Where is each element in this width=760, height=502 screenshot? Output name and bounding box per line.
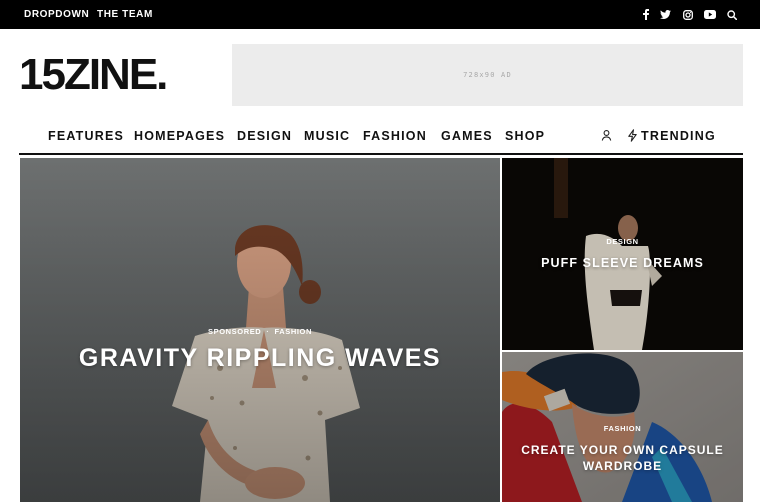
category-fashion[interactable]: FASHION: [274, 327, 312, 336]
hero-side-top-tile[interactable]: DESIGN PUFF SLEEVE DREAMS: [502, 158, 743, 350]
user-icon[interactable]: [600, 129, 613, 142]
side-bottom-title[interactable]: CREATE YOUR OWN CAPSULE WARDROBE: [512, 442, 733, 474]
hero-main-categories: SPONSORED · FASHION: [20, 327, 500, 336]
facebook-icon[interactable]: [639, 8, 652, 21]
nav-divider: [19, 153, 743, 155]
category-separator: ·: [266, 327, 270, 336]
hero-main-tile[interactable]: SPONSORED · FASHION GRAVITY RIPPLING WAVES: [20, 158, 500, 502]
side-top-title[interactable]: PUFF SLEEVE DREAMS: [502, 256, 743, 270]
nav-item-music[interactable]: MUSIC: [304, 127, 350, 145]
ad-banner[interactable]: 728x90 AD: [232, 44, 743, 106]
instagram-icon[interactable]: [681, 8, 694, 21]
bolt-icon: [627, 129, 638, 142]
side-bottom-category[interactable]: FASHION: [502, 424, 743, 433]
hero-side-top-image: [502, 158, 743, 350]
nav-item-shop[interactable]: SHOP: [505, 127, 545, 145]
top-bar: DROPDOWN THE TEAM: [0, 0, 760, 29]
nav-item-homepages[interactable]: HOMEPAGES: [134, 127, 225, 145]
nav-item-fashion[interactable]: FASHION: [363, 127, 427, 145]
search-icon[interactable]: [725, 8, 738, 21]
youtube-icon[interactable]: [703, 8, 716, 21]
category-sponsored[interactable]: SPONSORED: [208, 327, 261, 336]
nav-item-design[interactable]: DESIGN: [237, 127, 292, 145]
nav-item-features[interactable]: FEATURES: [48, 127, 124, 145]
hero-side-bottom-tile[interactable]: FASHION CREATE YOUR OWN CAPSULE WARDROBE: [502, 352, 743, 502]
nav-item-games[interactable]: GAMES: [441, 127, 493, 145]
nav-trending-link[interactable]: TRENDING: [641, 127, 716, 145]
ad-label: 728x90 AD: [463, 71, 512, 79]
top-link-dropdown[interactable]: DROPDOWN: [24, 0, 89, 29]
hero-main-title[interactable]: GRAVITY RIPPLING WAVES: [20, 344, 500, 373]
twitter-icon[interactable]: [659, 8, 672, 21]
site-logo[interactable]: 15ZINE.: [19, 52, 168, 98]
side-top-category[interactable]: DESIGN: [502, 237, 743, 246]
top-link-the-team[interactable]: THE TEAM: [97, 0, 153, 29]
